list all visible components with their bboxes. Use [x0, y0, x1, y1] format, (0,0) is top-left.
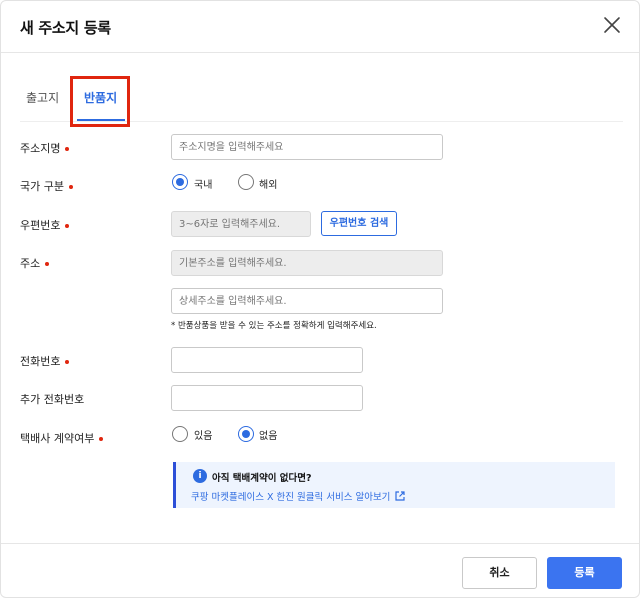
register-button[interactable]: 등록 [547, 557, 622, 589]
courier-contract-yes-radio[interactable] [172, 426, 188, 442]
modal-header: 새 주소지 등록 [1, 1, 639, 53]
required-dot [45, 262, 50, 266]
required-dot [65, 147, 70, 151]
address-name-input[interactable] [171, 134, 443, 160]
extra-phone-input[interactable] [171, 385, 363, 411]
courier-contract-label: 택배사 계약여부 [20, 430, 104, 446]
postcode-search-button[interactable]: 우편번호 검색 [321, 211, 397, 236]
courier-contract-no-label: 없음 [259, 431, 278, 442]
address-register-modal: 새 주소지 등록 출고지 반품지 주소지명 국가 구분 국내 해외 우편번호 우… [0, 0, 640, 598]
close-icon[interactable] [600, 13, 624, 37]
country-domestic-label: 국내 [194, 180, 213, 191]
country-label: 국가 구분 [20, 178, 73, 194]
country-overseas-label: 해외 [259, 180, 278, 191]
country-domestic-radio[interactable] [172, 174, 188, 190]
external-link-icon [394, 490, 406, 505]
postcode-input[interactable] [171, 211, 311, 237]
courier-contract-yes-label: 있음 [194, 431, 213, 442]
hanjin-one-click-link[interactable]: 쿠팡 마켓플레이스 X 한진 원클릭 서비스 알아보기 [191, 489, 406, 505]
required-dot [99, 437, 104, 441]
courier-info-box: i 아직 택배계약이 없다면? 쿠팡 마켓플레이스 X 한진 원클릭 서비스 알… [173, 462, 615, 508]
info-icon: i [193, 469, 207, 483]
modal-title: 새 주소지 등록 [20, 19, 111, 37]
basic-address-input[interactable] [171, 250, 443, 276]
cancel-button[interactable]: 취소 [462, 557, 537, 589]
required-dot [65, 224, 70, 228]
phone-label: 전화번호 [20, 353, 70, 369]
modal-footer [1, 543, 639, 597]
address-name-label: 주소지명 [20, 140, 70, 156]
tab-highlight-box [70, 76, 130, 127]
courier-contract-no-radio[interactable] [238, 426, 254, 442]
address-label: 주소 [20, 255, 50, 271]
tab-shipping-origin[interactable]: 출고지 [26, 89, 59, 106]
country-overseas-radio[interactable] [238, 174, 254, 190]
phone-input[interactable] [171, 347, 363, 373]
info-title: 아직 택배계약이 없다면? [212, 473, 312, 484]
postcode-label: 우편번호 [20, 217, 70, 233]
extra-phone-label: 추가 전화번호 [20, 393, 85, 406]
address-hint: * 반품상품을 받을 수 있는 주소를 정확하게 입력해주세요. [171, 321, 377, 331]
required-dot [65, 360, 70, 364]
detail-address-input[interactable] [171, 288, 443, 314]
required-dot [68, 185, 73, 189]
